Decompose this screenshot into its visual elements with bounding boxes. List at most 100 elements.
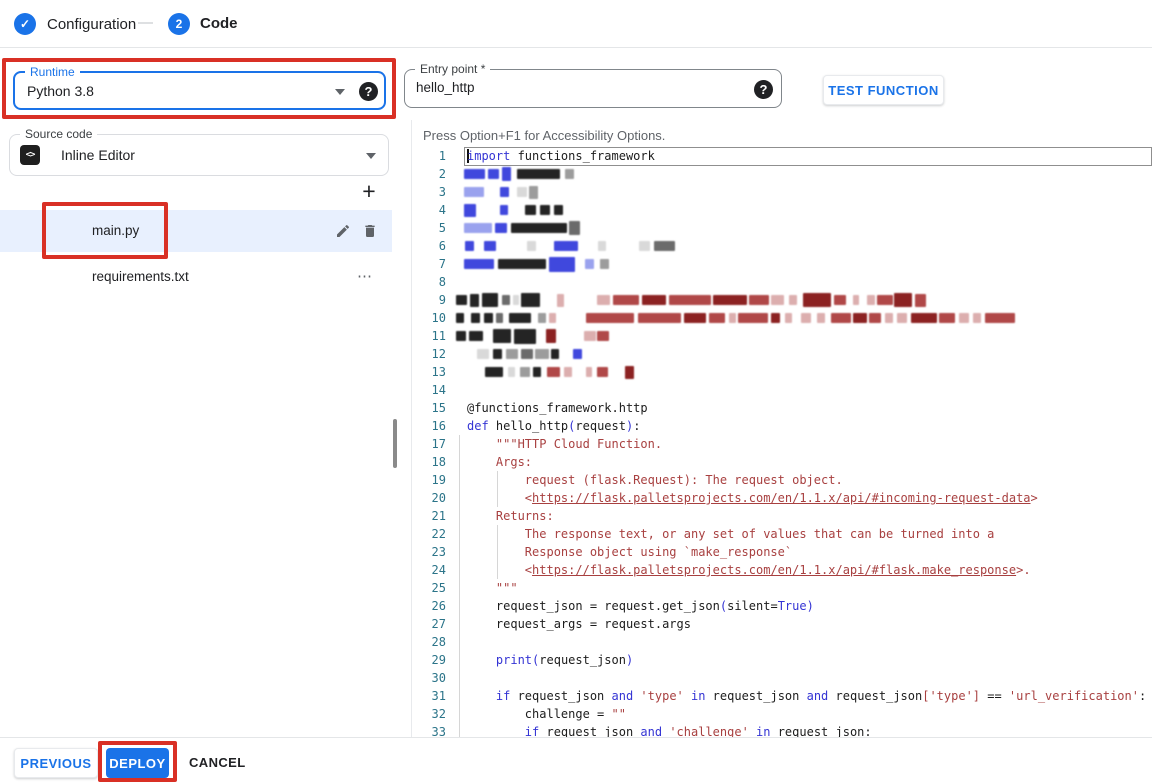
chevron-down-icon[interactable] [335,89,345,95]
blurred-code-segment [551,349,559,359]
code-line-1: import functions_framework [467,147,655,165]
blurred-code-segment [527,241,536,251]
code-glyph: <> [26,150,35,160]
blurred-code-segment [771,295,784,305]
blurred-code-segment [915,294,926,307]
stepper-header: ✓ Configuration — 2 Code [0,0,1152,48]
line-number: 20 [412,489,446,507]
blurred-code-segment [521,349,533,359]
runtime-select[interactable]: Runtime Python 3.8 ? [13,71,386,110]
code-editor[interactable]: Press Option+F1 for Accessibility Option… [411,120,1152,737]
step1-configuration-label[interactable]: Configuration [47,16,136,33]
code-line-31: if request_json and 'type' in request_js… [467,687,1146,705]
code-line-27: request_args = request.args [467,615,691,633]
line-number: 18 [412,453,446,471]
blurred-code-segment [817,313,825,323]
blurred-code-segment [585,259,594,269]
more-options-icon[interactable]: ⋯ [357,267,373,285]
line-number: 10 [412,309,446,327]
code-line-23: Response object using `make_response` [467,543,792,561]
step2-number-circle[interactable]: 2 [168,13,190,35]
line-number: 14 [412,381,446,399]
blurred-code-segment [484,313,493,323]
add-file-button[interactable]: + [358,180,380,202]
blurred-code-segment [729,313,736,323]
code-line-32: challenge = "" [467,705,626,723]
blurred-code-segment [520,367,530,377]
blurred-code-segment [785,313,792,323]
edit-pencil-icon[interactable] [335,223,351,239]
blurred-code-segment [639,241,650,251]
blurred-code-segment [549,313,556,323]
line-number: 12 [412,345,446,363]
code-line-18: Args: [467,453,532,471]
blurred-code-segment [897,313,907,323]
stepper-separator: — [138,14,153,31]
entry-point-input[interactable]: Entry point * hello_http ? [404,69,782,108]
blurred-code-segment [502,167,511,181]
blurred-code-segment [771,313,780,323]
step2-code-label[interactable]: Code [200,15,238,32]
blurred-code-segment [509,313,531,323]
blurred-code-segment [546,329,556,343]
chevron-down-icon[interactable] [366,153,376,159]
blurred-code-segment [597,331,609,341]
line-number: 13 [412,363,446,381]
line-number: 27 [412,615,446,633]
left-panel-scrollbar-thumb[interactable] [393,419,397,468]
blurred-code-segment [831,313,851,323]
line-number: 31 [412,687,446,705]
blurred-code-segment [464,187,484,197]
blurred-code-segment [488,169,499,179]
source-code-value: Inline Editor [61,147,135,163]
line-number: 21 [412,507,446,525]
code-line-29: print(request_json) [467,651,633,669]
step1-check-circle[interactable]: ✓ [14,13,36,35]
code-line-16: def hello_http(request): [467,417,640,435]
line-number: 9 [412,291,446,309]
blurred-code-segment [514,329,536,344]
code-line-33: if request_json and 'challenge' in reque… [467,723,872,737]
file-row-main-py[interactable]: main.py [0,210,392,252]
blurred-code-segment [853,313,867,323]
blurred-code-segment [867,295,875,305]
blurred-code-segment [877,295,893,305]
blurred-code-segment [600,259,609,269]
file-name: requirements.txt [92,269,189,284]
file-row-requirements-txt[interactable]: requirements.txt ⋯ [0,256,392,298]
source-code-select[interactable]: Source code <> Inline Editor [9,134,389,176]
blurred-code-segment [484,241,496,251]
blurred-code-segment [801,313,811,323]
blurred-code-segment [469,331,483,341]
footer-divider [0,737,1152,738]
blurred-code-segment [597,367,608,377]
blurred-code-segment [485,367,503,377]
blurred-code-segment [502,295,510,305]
deploy-button[interactable]: DEPLOY [106,748,169,778]
code-line-25: """ [467,579,518,597]
code-line-19: request (flask.Request): The request obj… [467,471,843,489]
blurred-code-segment [684,313,706,323]
check-icon: ✓ [20,17,30,31]
test-function-button[interactable]: TEST FUNCTION [823,75,944,105]
code-icon: <> [20,145,40,165]
cancel-button[interactable]: CANCEL [189,755,246,770]
entry-point-help-icon[interactable]: ? [754,80,773,99]
blurred-code-segment [464,169,485,179]
runtime-help-icon[interactable]: ? [359,82,378,101]
blurred-code-segment [547,367,560,377]
blurred-code-segment [496,313,503,323]
delete-trash-icon[interactable] [362,223,378,239]
blurred-code-segment [465,241,474,251]
blurred-code-segment [586,367,592,377]
blurred-code-segment [713,295,747,305]
blurred-code-segment [533,367,541,377]
blurred-code-segment [597,295,610,305]
blurred-code-segment [584,331,596,341]
blurred-code-segment [738,313,768,323]
previous-button[interactable]: PREVIOUS [14,748,98,778]
line-number: 17 [412,435,446,453]
line-number: 33 [412,723,446,737]
blurred-code-segment [464,259,494,269]
line-number: 15 [412,399,446,417]
